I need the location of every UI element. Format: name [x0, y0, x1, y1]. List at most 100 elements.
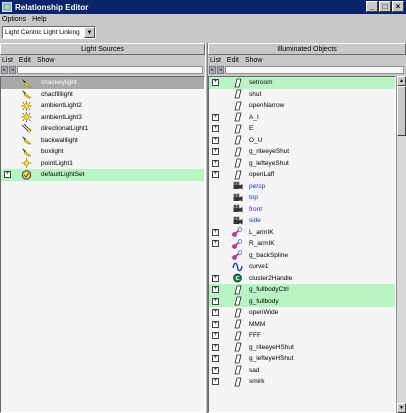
expand-icon[interactable]: + [212, 309, 219, 317]
list-item[interactable]: + FFF [209, 330, 395, 342]
list-item[interactable]: + setroom [209, 77, 395, 89]
filter-right-icon[interactable]: ◂ [217, 66, 224, 74]
scroll-down-icon[interactable]: ▼ [397, 403, 406, 413]
list-item[interactable]: front [209, 204, 395, 216]
right-filter-input[interactable] [225, 66, 404, 74]
list-item[interactable]: + O_U [209, 135, 395, 147]
list-item-label: E [249, 125, 254, 133]
expand-icon[interactable]: + [4, 171, 11, 179]
ik-handle-icon [232, 239, 243, 249]
camera-icon [232, 193, 243, 203]
expand-icon[interactable]: + [212, 136, 219, 144]
expand-icon[interactable]: + [212, 332, 219, 340]
list-item-label: g_riteeyeShut [249, 148, 290, 156]
expand-icon[interactable]: + [212, 274, 219, 282]
list-item[interactable]: top [209, 192, 395, 204]
app-icon [2, 2, 12, 12]
panel-title: Illuminated Objects [208, 43, 406, 55]
list-item[interactable]: + g_lefteyeHShut [209, 353, 395, 365]
right-menu-edit[interactable]: Edit [227, 57, 239, 64]
list-item[interactable]: ambientLight2 [1, 100, 204, 112]
mode-dropdown[interactable]: Light Centric Light Linking ▼ [2, 26, 96, 39]
list-item-label: defaultLightSet [41, 171, 85, 179]
expand-icon[interactable]: + [212, 148, 219, 156]
filter-right-icon[interactable]: ◂ [9, 66, 16, 74]
list-item[interactable]: + g_fullbodyCtrl [209, 284, 395, 296]
list-item-label: openLaff [249, 171, 275, 179]
light-set-icon [21, 170, 32, 180]
list-item[interactable]: + MMM [209, 319, 395, 331]
list-item[interactable]: side [209, 215, 395, 227]
scroll-thumb[interactable] [397, 86, 406, 136]
expand-icon[interactable]: + [212, 113, 219, 121]
list-item-label: directionalLight1 [41, 125, 89, 133]
expand-icon[interactable]: + [212, 159, 219, 167]
expand-icon[interactable]: + [212, 343, 219, 351]
transform-icon [232, 89, 243, 99]
expand-icon[interactable]: + [212, 125, 219, 133]
list-item[interactable]: chackeylight [1, 77, 204, 89]
list-item[interactable]: pointLight1 [1, 158, 204, 170]
list-item[interactable]: + g_lefteyeShut [209, 158, 395, 170]
expand-icon[interactable]: + [212, 240, 219, 248]
expand-icon[interactable]: + [212, 79, 219, 87]
list-item[interactable]: ambientLight3 [1, 112, 204, 124]
maximize-button[interactable]: □ [379, 1, 391, 12]
list-item[interactable]: + Ccluster2Handle [209, 273, 395, 285]
menu-options[interactable]: Options [2, 16, 26, 23]
minimize-button[interactable]: _ [366, 1, 378, 12]
menu-help[interactable]: Help [32, 16, 46, 23]
light-sources-list[interactable]: chackeylight chacfilllight ambientLight2 am… [0, 76, 205, 413]
list-item[interactable]: g_backSpline [209, 250, 395, 262]
list-item[interactable]: shut [209, 89, 395, 101]
close-button[interactable]: × [392, 1, 404, 12]
list-item[interactable]: + R_armIK [209, 238, 395, 250]
chevron-down-icon[interactable]: ▼ [84, 27, 95, 38]
left-filter-input[interactable] [17, 66, 203, 74]
list-item[interactable]: openNarrow [209, 100, 395, 112]
vertical-scrollbar[interactable]: ▲ ▼ [396, 76, 406, 413]
list-item[interactable]: backwalllight [1, 135, 204, 147]
list-item[interactable]: + g_riteeyeShut [209, 146, 395, 158]
left-menu-list[interactable]: List [2, 57, 13, 64]
list-item[interactable]: directionalLight1 [1, 123, 204, 135]
expand-icon[interactable]: + [212, 355, 219, 363]
list-item[interactable]: + g_riteeyeHShut [209, 342, 395, 354]
list-item[interactable]: persp [209, 181, 395, 193]
left-menu-show[interactable]: Show [37, 57, 55, 64]
right-menu-show[interactable]: Show [245, 57, 263, 64]
illuminated-objects-list[interactable]: + setroom shut openNarrow + A_I + E + O_U + g_ritee… [208, 76, 396, 413]
right-menu-list[interactable]: List [210, 57, 221, 64]
transform-icon [232, 377, 243, 387]
point-light-icon [21, 158, 32, 168]
expand-icon[interactable]: + [212, 286, 219, 294]
transform-icon [232, 354, 243, 364]
list-item[interactable]: boxlight [1, 146, 204, 158]
list-item[interactable]: + openWide [209, 307, 395, 319]
list-item-label: top [249, 194, 259, 202]
list-item[interactable]: + E [209, 123, 395, 135]
list-item[interactable]: chacfilllight [1, 89, 204, 101]
expand-icon[interactable]: + [212, 228, 219, 236]
list-item[interactable]: curve1 [209, 261, 395, 273]
list-item[interactable]: + openLaff [209, 169, 395, 181]
list-item-label: ambientLight2 [41, 102, 82, 110]
filter-left-icon[interactable]: ▸ [209, 66, 216, 74]
expand-icon[interactable]: + [212, 378, 219, 386]
expand-icon[interactable]: + [212, 366, 219, 374]
list-item[interactable]: + smirk [209, 376, 395, 388]
list-item[interactable]: + defaultLightSet [1, 169, 204, 181]
list-item[interactable]: + sad [209, 365, 395, 377]
title-bar: Relationship Editor _ □ × [0, 0, 406, 14]
left-menu-edit[interactable]: Edit [19, 57, 31, 64]
transform-icon [232, 124, 243, 134]
list-item[interactable]: + g_fullbody [209, 295, 395, 307]
scroll-up-icon[interactable]: ▲ [397, 76, 406, 86]
expand-icon[interactable]: + [212, 297, 219, 305]
expand-icon[interactable]: + [212, 171, 219, 179]
list-item[interactable]: + L_armIK [209, 227, 395, 239]
window-title: Relationship Editor [15, 2, 89, 12]
list-item[interactable]: + A_I [209, 112, 395, 124]
filter-left-icon[interactable]: ▸ [1, 66, 8, 74]
expand-icon[interactable]: + [212, 320, 219, 328]
